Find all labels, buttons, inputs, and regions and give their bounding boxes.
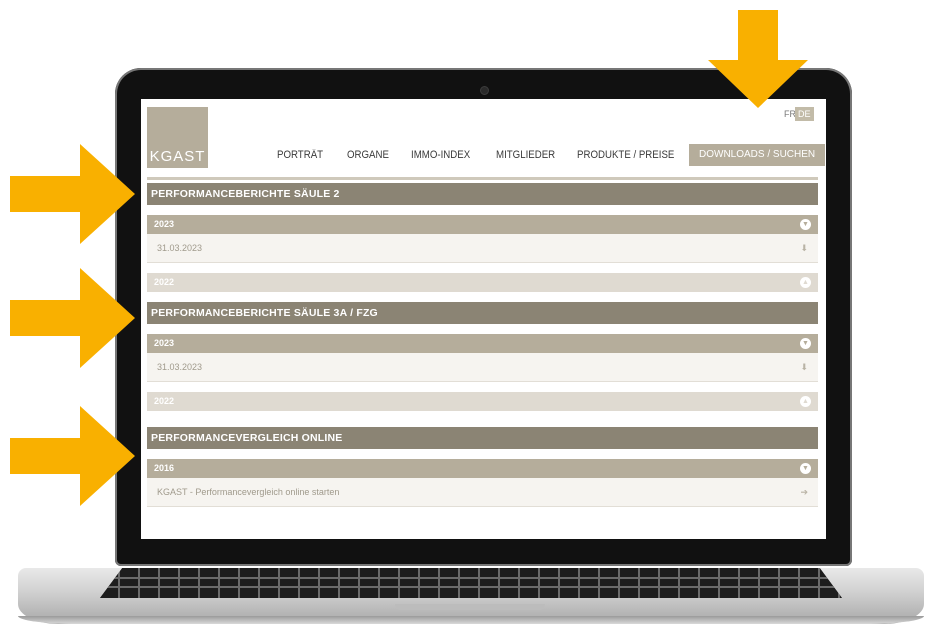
laptop-base-edge — [18, 616, 924, 624]
download-label: 31.03.2023 — [157, 243, 203, 253]
header-divider — [147, 177, 818, 180]
year-label: 2023 — [154, 338, 175, 348]
year-label: 2022 — [154, 277, 175, 287]
chevron-down-icon: ▼ — [800, 463, 811, 474]
arrow-right-icon[interactable]: ➔ — [800, 478, 808, 506]
nav-immo-index[interactable]: IMMO-INDEX — [411, 144, 470, 166]
link-label: KGAST - Performancevergleich online star… — [157, 487, 340, 497]
nav-organe[interactable]: ORGANE — [347, 144, 389, 166]
chevron-up-icon: ▲ — [800, 277, 811, 288]
section-title: PERFORMANCEBERICHTE SÄULE 2 — [147, 183, 818, 205]
section-title: PERFORMANCEVERGLEICH ONLINE — [147, 427, 818, 449]
nav-portraet[interactable]: PORTRÄT — [277, 144, 323, 166]
arrow-right-icon — [10, 406, 135, 506]
year-label: 2023 — [154, 219, 175, 229]
download-icon[interactable]: ⬇ — [800, 234, 808, 262]
download-row[interactable]: 31.03.2023 ⬇ — [147, 234, 818, 263]
downloads-content: PERFORMANCEBERICHTE SÄULE 2 2023 ▼ 31.03… — [147, 183, 818, 507]
laptop-notch — [395, 604, 545, 610]
download-label: 31.03.2023 — [157, 362, 203, 372]
accordion-year-2023[interactable]: 2023 ▼ — [147, 334, 818, 353]
nav-downloads-suchen[interactable]: DOWNLOADS / SUCHEN — [689, 144, 826, 166]
chevron-up-icon: ▲ — [800, 396, 811, 407]
nav-produkte-preise[interactable]: PRODUKTE / PREISE — [577, 144, 674, 166]
section-title: PERFORMANCEBERICHTE SÄULE 3A / FZG — [147, 302, 818, 324]
browser-screen: KGAST FR DE PORTRÄT ORGANE IMMO-INDEX MI… — [141, 99, 826, 539]
accordion-year-2022[interactable]: 2022 ▲ — [147, 392, 818, 411]
laptop-keyboard — [100, 568, 842, 598]
accordion-year-2023[interactable]: 2023 ▼ — [147, 215, 818, 234]
year-label: 2022 — [154, 396, 175, 406]
camera-icon — [480, 86, 489, 95]
chevron-down-icon: ▼ — [800, 219, 811, 230]
link-row[interactable]: KGAST - Performancevergleich online star… — [147, 478, 818, 507]
accordion-year-2022[interactable]: 2022 ▲ — [147, 273, 818, 292]
main-nav: PORTRÄT ORGANE IMMO-INDEX MITGLIEDER PRO… — [141, 144, 826, 166]
year-label: 2016 — [154, 463, 175, 473]
arrow-right-icon — [10, 268, 135, 368]
lang-de-link[interactable]: DE — [795, 107, 814, 121]
nav-mitglieder[interactable]: MITGLIEDER — [496, 144, 555, 166]
download-icon[interactable]: ⬇ — [800, 353, 808, 381]
arrow-down-icon — [708, 10, 808, 108]
accordion-year-2016[interactable]: 2016 ▼ — [147, 459, 818, 478]
arrow-right-icon — [10, 144, 135, 244]
chevron-down-icon: ▼ — [800, 338, 811, 349]
download-row[interactable]: 31.03.2023 ⬇ — [147, 353, 818, 382]
